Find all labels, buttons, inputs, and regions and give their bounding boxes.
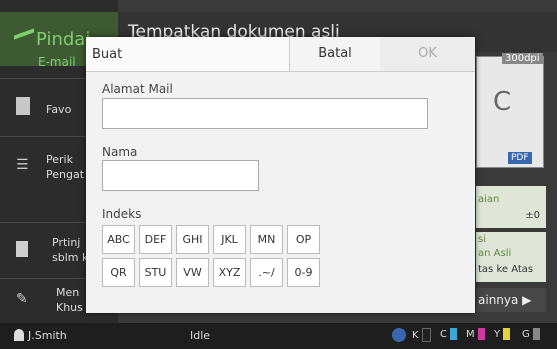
- name-label: Nama: [102, 145, 138, 159]
- sidebar-item-label: Perik Pengat: [46, 153, 85, 181]
- sidebar-item-label: Favo: [46, 103, 72, 116]
- index-key-mn[interactable]: MN: [250, 225, 283, 254]
- index-key-abc[interactable]: ABC: [102, 225, 135, 254]
- dialog-title: Buat: [92, 47, 123, 62]
- user-icon: [14, 329, 24, 341]
- sidebar-item-label: Prtinj sblm k: [52, 236, 88, 264]
- network-icon: [392, 328, 406, 345]
- dialog-header: Buat Batal OK: [86, 37, 475, 72]
- cancel-button[interactable]: Batal: [289, 37, 381, 71]
- scan-title: Pindai: [36, 29, 91, 50]
- index-key-stu[interactable]: STU: [139, 258, 172, 287]
- toner-y: Y: [494, 328, 511, 340]
- scan-subtitle: E-mail: [38, 55, 76, 69]
- screen: Pindai E-mail Favo ☰ Perik Pengat Prtinj…: [0, 0, 557, 349]
- exposure-setting[interactable]: aian ±0: [476, 186, 546, 228]
- index-key-def[interactable]: DEF: [139, 225, 172, 254]
- email-label: Alamat Mail: [102, 82, 173, 96]
- index-key-op[interactable]: OP: [287, 225, 320, 254]
- toner-k: K: [412, 328, 431, 342]
- toner-m: M: [466, 328, 485, 340]
- index-key-vw[interactable]: VW: [176, 258, 209, 287]
- index-keypad: ABC DEF GHI JKL MN OP QR STU VW XYZ .~/ …: [102, 225, 342, 289]
- index-key-xyz[interactable]: XYZ: [213, 258, 246, 287]
- create-dialog: Buat Batal OK Alamat Mail Nama Indeks AB…: [86, 37, 475, 313]
- index-key-symbols[interactable]: .~/: [250, 258, 283, 287]
- machine-status: Idle: [190, 329, 211, 342]
- orientation-label-2: an Asli: [478, 248, 512, 259]
- index-key-jkl[interactable]: JKL: [213, 225, 246, 254]
- favorite-star-icon: [16, 97, 30, 115]
- toner-g: G: [522, 328, 540, 340]
- preview-letter: C: [493, 87, 512, 117]
- index-key-ghi[interactable]: GHI: [176, 225, 209, 254]
- exposure-label: aian: [478, 194, 500, 205]
- original-orientation-setting[interactable]: si an Asli tas ke Atas: [476, 232, 546, 282]
- preview-icon: [16, 241, 28, 257]
- ok-button[interactable]: OK: [380, 37, 475, 71]
- index-key-digits[interactable]: 0-9: [287, 258, 320, 287]
- exposure-value: ±0: [525, 210, 540, 221]
- pdf-badge: PDF: [508, 152, 532, 164]
- status-bar: J.Smith Idle K C M Y G: [0, 323, 557, 349]
- wrench-icon: ✎: [16, 291, 28, 307]
- sidebar-item-label: Men Khus: [56, 286, 83, 314]
- user-name: J.Smith: [28, 329, 67, 342]
- email-field[interactable]: [102, 98, 428, 129]
- index-label: Indeks: [102, 207, 142, 221]
- toner-c: C: [440, 328, 457, 340]
- index-key-qr[interactable]: QR: [102, 258, 135, 287]
- dpi-badge: 300dpi: [502, 53, 543, 64]
- scan-arrow-icon: [14, 28, 34, 54]
- list-icon: ☰: [16, 157, 29, 173]
- name-field[interactable]: [102, 160, 259, 191]
- orientation-value: tas ke Atas: [478, 264, 534, 275]
- orientation-label-1: si: [478, 234, 486, 245]
- others-button[interactable]: ainnya ▶: [476, 288, 546, 312]
